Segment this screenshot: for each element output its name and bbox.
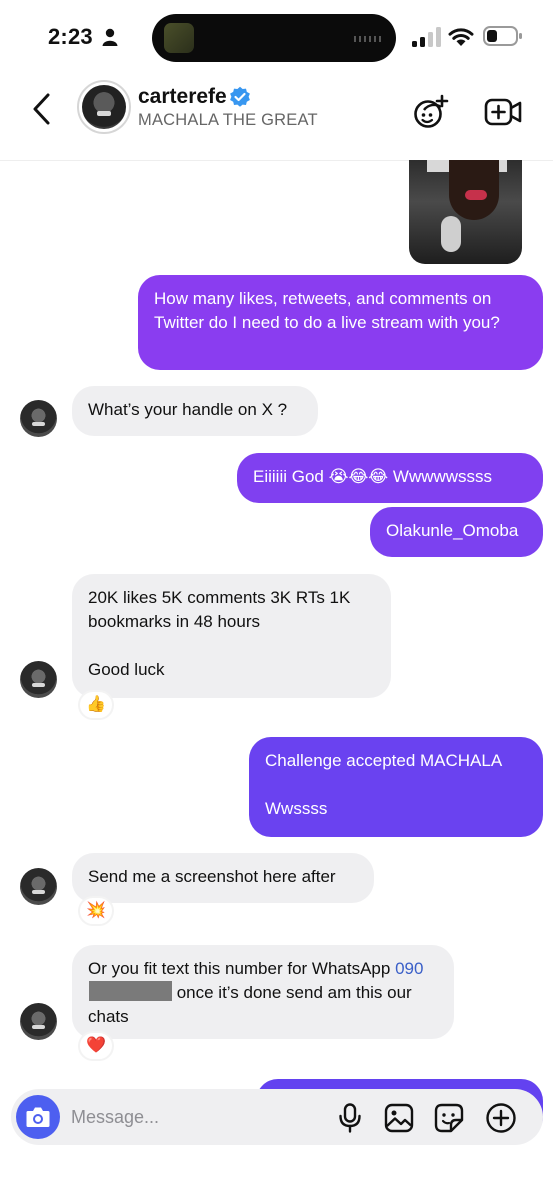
message-text: Good luck xyxy=(88,660,165,679)
audio-wave-icon xyxy=(354,36,382,42)
shared-photo[interactable] xyxy=(409,160,522,264)
profile-subtitle: MACHALA THE GREAT xyxy=(138,111,318,129)
avatar-image xyxy=(82,85,126,129)
message-incoming[interactable]: Send me a screenshot here after xyxy=(72,853,374,903)
message-outgoing[interactable]: Challenge accepted MACHALA Wwssss xyxy=(249,737,543,837)
sticker-icon[interactable] xyxy=(434,1103,464,1133)
message-reaction[interactable]: 👍 xyxy=(78,690,114,720)
message-incoming[interactable]: 20K likes 5K comments 3K RTs 1K bookmark… xyxy=(72,574,391,698)
gallery-icon[interactable] xyxy=(384,1103,414,1133)
message-text: Wwssss xyxy=(265,799,328,818)
sender-avatar[interactable] xyxy=(20,661,57,698)
profile-avatar[interactable] xyxy=(77,80,131,134)
message-text: Challenge accepted MACHALA xyxy=(265,751,503,770)
status-time: 2:23 xyxy=(48,24,93,49)
video-call-icon[interactable] xyxy=(484,96,522,128)
wifi-icon xyxy=(448,28,474,46)
sender-avatar[interactable] xyxy=(20,1003,57,1040)
effects-icon[interactable] xyxy=(413,94,451,130)
redacted-phone xyxy=(89,981,172,1001)
battery-icon xyxy=(483,26,522,46)
sender-avatar[interactable] xyxy=(20,400,57,437)
message-text: Eiiiiii God 😭😂😂 Wwwwwssss xyxy=(253,467,493,486)
message-outgoing[interactable]: Eiiiiii God 😭😂😂 Wwwwwssss xyxy=(237,453,543,503)
message-composer xyxy=(11,1089,543,1145)
signal-icon xyxy=(412,27,441,47)
camera-icon xyxy=(26,1107,50,1127)
message-reaction[interactable]: 💥 xyxy=(78,896,114,926)
message-outgoing[interactable]: Olakunle_Omoba xyxy=(370,507,543,557)
message-text: Olakunle_Omoba xyxy=(386,521,519,540)
message-incoming[interactable]: What’s your handle on X ? xyxy=(72,386,318,436)
now-playing-thumbnail xyxy=(164,23,194,53)
message-text: Send me a screenshot here after xyxy=(88,867,336,886)
dynamic-island xyxy=(152,14,396,62)
message-input[interactable] xyxy=(71,1089,321,1145)
verified-badge-icon xyxy=(230,86,250,107)
message-text: What’s your handle on X ? xyxy=(88,400,288,419)
message-text: 20K likes 5K comments 3K RTs 1K bookmark… xyxy=(88,588,351,631)
message-incoming[interactable]: Or you fit text this number for WhatsApp… xyxy=(72,945,454,1039)
message-reaction[interactable]: ❤️ xyxy=(78,1031,114,1061)
profile-username[interactable]: carterefe xyxy=(138,85,227,109)
add-icon[interactable] xyxy=(485,1102,517,1134)
message-outgoing[interactable]: How many likes, retweets, and comments o… xyxy=(138,275,543,370)
message-text: Or you fit text this number for WhatsApp… xyxy=(88,959,424,1026)
phone-number-link[interactable]: 090 xyxy=(395,959,423,978)
microphone-icon[interactable] xyxy=(337,1103,363,1133)
sender-avatar[interactable] xyxy=(20,868,57,905)
person-icon xyxy=(102,28,118,46)
back-icon[interactable] xyxy=(28,92,56,126)
camera-button[interactable] xyxy=(16,1095,60,1139)
message-text: How many likes, retweets, and comments o… xyxy=(154,289,500,332)
